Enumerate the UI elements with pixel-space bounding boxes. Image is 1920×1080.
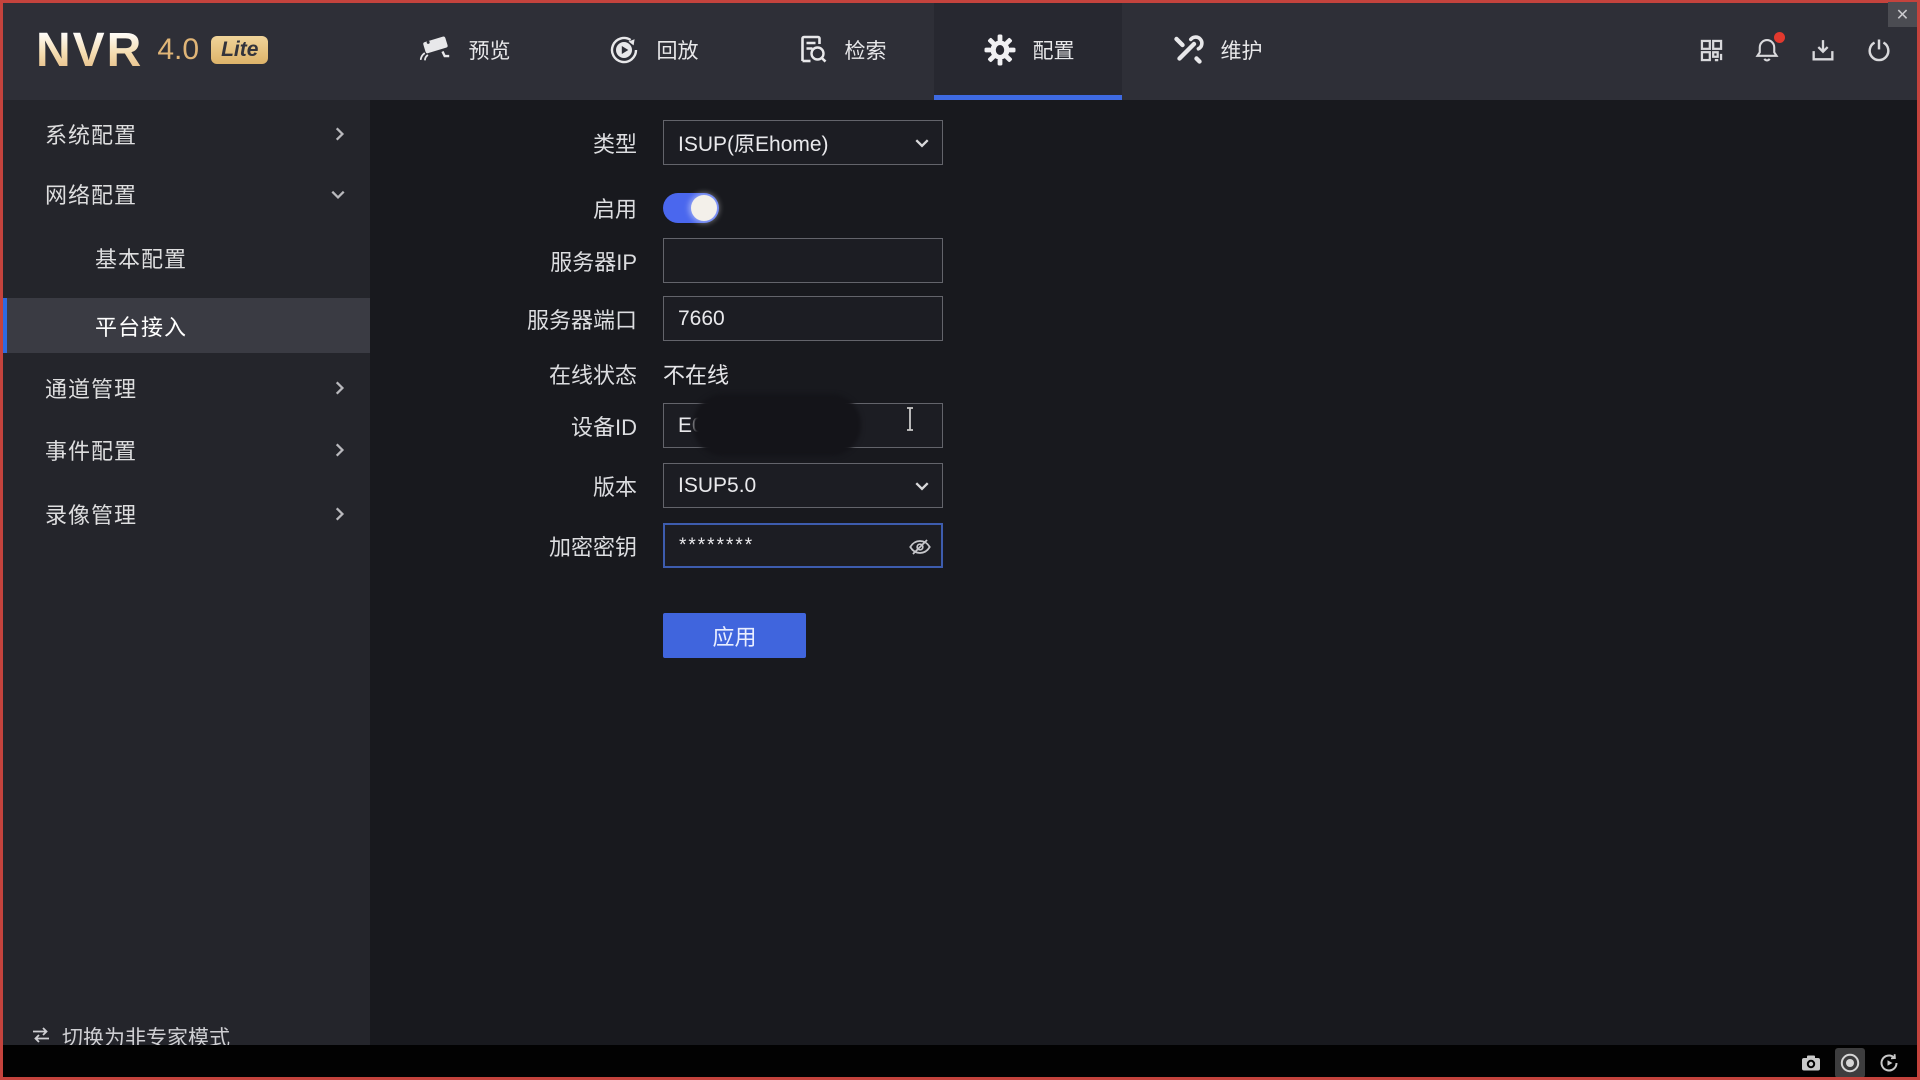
form-row-encryption-key: 加密密钥	[370, 523, 943, 568]
gear-icon	[982, 32, 1018, 68]
tab-config[interactable]: 配置	[934, 0, 1122, 100]
qr-code-icon[interactable]	[1696, 35, 1726, 65]
logo-lite-badge: Lite	[211, 36, 268, 64]
enable-label: 启用	[370, 192, 637, 224]
close-window-button[interactable]: ✕	[1888, 2, 1917, 27]
form-row-enable: 启用	[370, 192, 719, 224]
topbar-actions	[1696, 0, 1894, 100]
text-cursor	[904, 406, 916, 437]
toggle-knob	[691, 195, 717, 221]
tab-preview[interactable]: 预览	[370, 0, 558, 100]
form-row-online-status: 在线状态 不在线	[370, 358, 729, 390]
server-ip-input[interactable]	[663, 238, 943, 283]
sidebar-item-platform-access[interactable]: 平台接入	[0, 298, 370, 353]
logo-title: NVR	[36, 23, 143, 78]
sidebar-item-basic-config[interactable]: 基本配置	[0, 230, 370, 285]
search-doc-icon	[794, 32, 830, 68]
sidebar-item-channel-management[interactable]: 通道管理	[0, 360, 370, 415]
logo-version: 4.0	[157, 33, 199, 67]
config-sidebar: 系统配置 网络配置 基本配置 平台接入 通道管理 事件配置	[0, 100, 370, 1045]
tab-search[interactable]: 检索	[746, 0, 934, 100]
form-row-device-id: 设备ID	[370, 403, 943, 448]
server-port-input[interactable]	[663, 296, 943, 341]
chevron-right-icon	[332, 506, 346, 522]
chevron-down-icon	[330, 187, 346, 201]
snapshot-camera-icon[interactable]	[1796, 1048, 1826, 1078]
download-icon[interactable]	[1808, 35, 1838, 65]
chevron-right-icon	[332, 380, 346, 396]
encryption-key-wrap	[663, 523, 943, 568]
encryption-key-input[interactable]	[663, 523, 943, 568]
tab-maintenance[interactable]: 维护	[1122, 0, 1310, 100]
notification-bell-icon[interactable]	[1752, 35, 1782, 65]
online-status-label: 在线状态	[370, 358, 637, 390]
device-id-wrap	[663, 403, 943, 448]
type-select[interactable]: ISUP(原Ehome)	[663, 120, 943, 165]
sidebar-item-label: 基本配置	[95, 242, 187, 274]
type-label: 类型	[370, 127, 637, 159]
tools-icon	[1170, 32, 1206, 68]
server-ip-label: 服务器IP	[370, 245, 637, 277]
type-select-value: ISUP(原Ehome)	[678, 128, 829, 158]
top-bar: NVR 4.0 Lite 预览	[0, 0, 1920, 100]
version-select[interactable]: ISUP5.0	[663, 463, 943, 508]
playback-icon	[606, 32, 642, 68]
sidebar-item-label: 通道管理	[45, 372, 137, 404]
record-icon[interactable]	[1835, 1048, 1865, 1078]
tab-playback[interactable]: 回放	[558, 0, 746, 100]
chevron-down-icon	[914, 137, 930, 149]
form-row-version: 版本 ISUP5.0	[370, 463, 943, 508]
restore-icon[interactable]	[1874, 1048, 1904, 1078]
apply-button[interactable]: 应用	[663, 613, 806, 658]
notification-badge	[1774, 32, 1785, 43]
tab-label: 检索	[845, 35, 887, 65]
sidebar-item-label: 网络配置	[45, 178, 137, 210]
tab-label: 预览	[469, 35, 511, 65]
platform-access-form: 类型 ISUP(原Ehome) 启用 服务器IP 服务器端口 在线状态 不在	[370, 100, 1920, 1045]
privacy-blur-overlay	[693, 394, 861, 456]
app-logo: NVR 4.0 Lite	[36, 0, 268, 100]
chevron-right-icon	[332, 442, 346, 458]
sidebar-item-network-config[interactable]: 网络配置	[0, 166, 370, 221]
enable-toggle[interactable]	[663, 193, 719, 223]
encryption-key-label: 加密密钥	[370, 530, 637, 562]
eye-slash-icon[interactable]	[907, 534, 933, 560]
sidebar-item-label: 平台接入	[95, 310, 187, 342]
chevron-down-icon	[914, 480, 930, 492]
tab-label: 回放	[657, 35, 699, 65]
bottom-status-bar	[0, 1045, 1920, 1080]
form-row-type: 类型 ISUP(原Ehome)	[370, 120, 943, 165]
device-id-label: 设备ID	[370, 410, 637, 442]
version-select-value: ISUP5.0	[678, 474, 756, 498]
online-status-value: 不在线	[663, 358, 729, 390]
sidebar-item-system-config[interactable]: 系统配置	[0, 106, 370, 161]
sidebar-item-event-config[interactable]: 事件配置	[0, 422, 370, 477]
server-port-label: 服务器端口	[370, 303, 637, 335]
chevron-right-icon	[332, 126, 346, 142]
tab-label: 维护	[1221, 35, 1263, 65]
sidebar-item-label: 事件配置	[45, 434, 137, 466]
form-row-server-ip: 服务器IP	[370, 238, 943, 283]
version-label: 版本	[370, 470, 637, 502]
nvr-app-window: NVR 4.0 Lite 预览	[0, 0, 1920, 1080]
main-nav: 预览 回放	[370, 0, 1310, 100]
cctv-camera-icon	[418, 32, 454, 68]
power-icon[interactable]	[1864, 35, 1894, 65]
sidebar-item-label: 系统配置	[45, 118, 137, 150]
form-row-server-port: 服务器端口	[370, 296, 943, 341]
sidebar-item-recording-management[interactable]: 录像管理	[0, 486, 370, 541]
sidebar-item-label: 录像管理	[45, 498, 137, 530]
tab-label: 配置	[1033, 35, 1075, 65]
